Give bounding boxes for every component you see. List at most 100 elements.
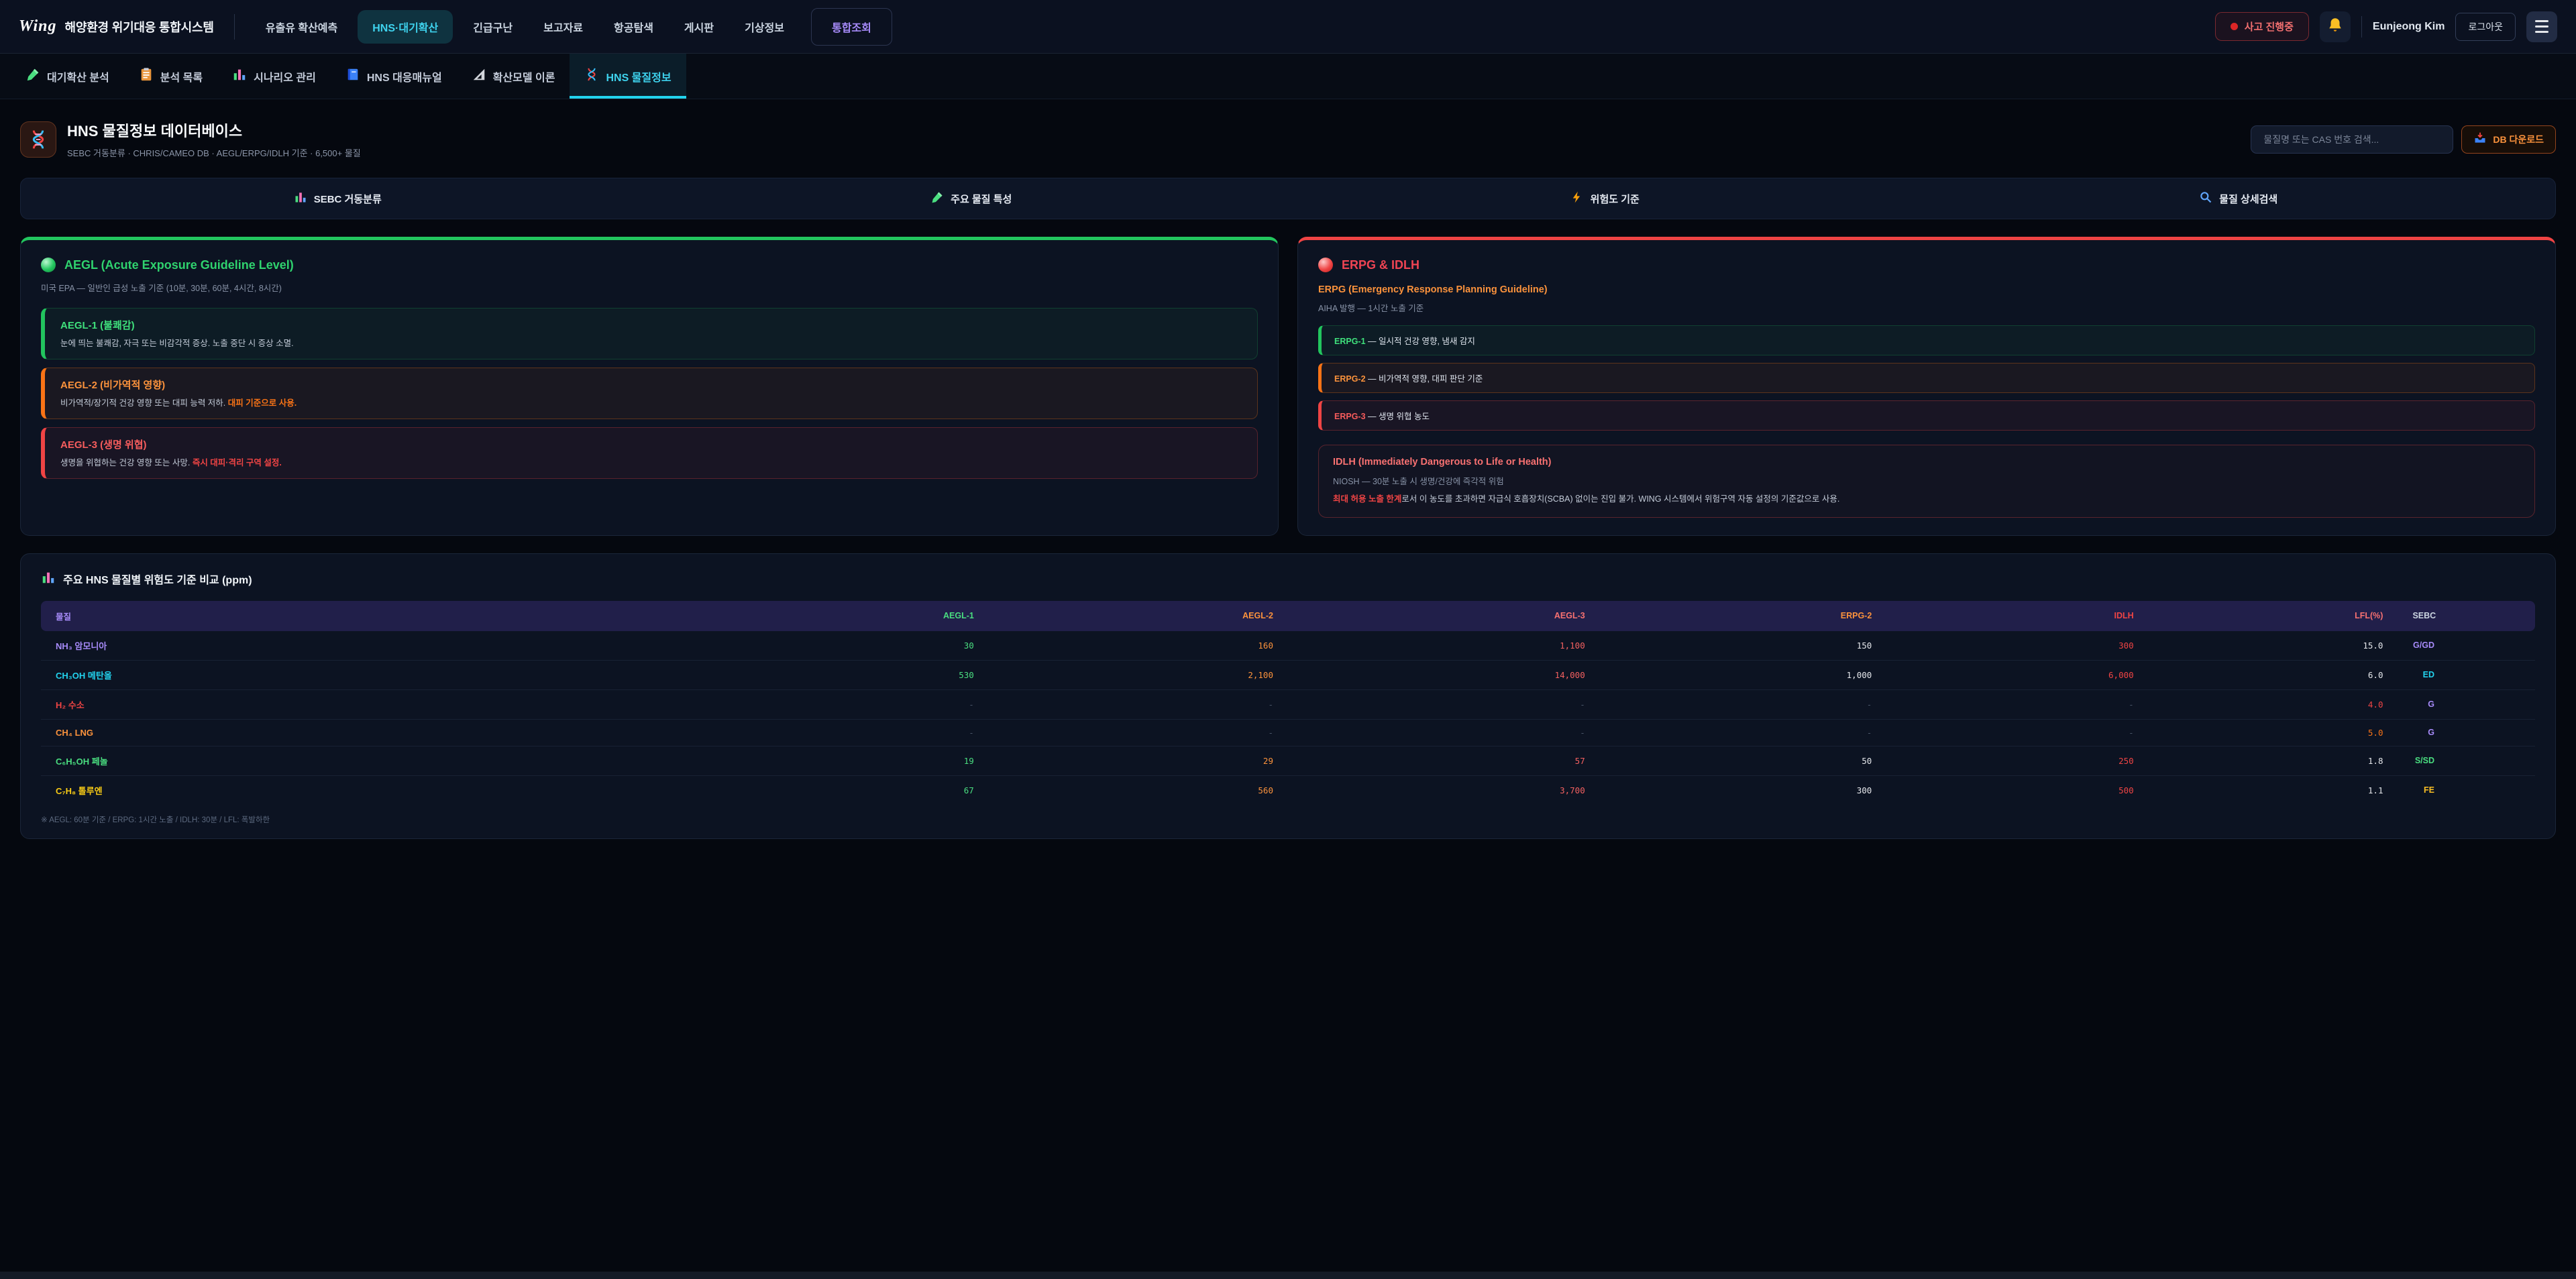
erpg-subtitle: AIHA 발행 — 1시간 노출 기준 [1318, 301, 2535, 314]
magnifier-icon [2199, 190, 2212, 207]
cell-aegl3: - [1288, 719, 1600, 746]
table-header-row: 물질AEGL-1AEGL-2AEGL-3ERPG-2IDLHLFL(%)SEBC [41, 601, 2535, 631]
red-dot-icon [2231, 23, 2238, 30]
subtab-label: 대기확산 분석 [47, 68, 109, 85]
cell-substance: H₂ 수소 [41, 689, 665, 719]
cell-aegl2: - [989, 689, 1288, 719]
tab-label: 주요 물질 특성 [951, 192, 1012, 206]
table-row: CH₄ LNG-----5.0G [41, 719, 2535, 746]
aegl-panel: AEGL (Acute Exposure Guideline Level) 미국… [20, 237, 1279, 536]
comparison-table-panel: 주요 HNS 물질별 위험도 기준 비교 (ppm) 물질AEGL-1AEGL-… [20, 553, 2556, 839]
cell-sebc: G [2398, 689, 2535, 719]
substance-search-input[interactable] [2251, 125, 2453, 154]
notifications-button[interactable] [2320, 11, 2351, 42]
logout-button[interactable]: 로그아웃 [2455, 13, 2516, 41]
cell-erpg2: 300 [1600, 775, 1887, 805]
subtab-atmospheric-analysis[interactable]: 대기확산 분석 [11, 54, 124, 99]
aegl-1-title: AEGL-1 (불쾌감) [60, 318, 1242, 332]
aegl-panel-title: AEGL (Acute Exposure Guideline Level) [64, 258, 294, 272]
aegl-3-description: 생명을 위협하는 건강 영향 또는 사망. 즉시 대피·격리 구역 설정. [60, 457, 1242, 469]
column-header-sebc: SEBC [2398, 601, 2535, 631]
aegl-3-title: AEGL-3 (생명 위협) [60, 437, 1242, 451]
subtab-diffusion-model-theory[interactable]: 확산모델 이론 [457, 54, 570, 99]
aegl-1-item: AEGL-1 (불쾌감) 눈에 띄는 불쾌감, 자극 또는 비감각적 증상. 노… [41, 308, 1258, 359]
cell-lfl: 4.0 [2149, 689, 2398, 719]
tab-sebc-classification[interactable]: SEBC 거동분류 [21, 178, 655, 219]
tab-substance-detail-search[interactable]: 물질 상세검색 [1922, 178, 2556, 219]
cell-aegl3: 3,700 [1288, 775, 1600, 805]
lightning-icon [1570, 190, 1584, 207]
incident-badge-label: 사고 진행중 [2245, 19, 2294, 34]
cell-sebc: G [2398, 719, 2535, 746]
cell-sebc: ED [2398, 660, 2535, 689]
page-header: HNS 물질정보 데이터베이스 SEBC 거동분류 · CHRIS/CAMEO … [20, 119, 2556, 159]
book-icon [345, 67, 360, 85]
cell-aegl3: 14,000 [1288, 660, 1600, 689]
clipboard-icon [139, 67, 154, 85]
cell-substance: CH₃OH 메탄올 [41, 660, 665, 689]
page-subtitle: SEBC 거동분류 · CHRIS/CAMEO DB · AEGL/ERPG/I… [67, 146, 361, 159]
table-row: CH₃OH 메탄올5302,10014,0001,0006,0006.0ED [41, 660, 2535, 689]
erpg-panel-header: ERPG & IDLH [1318, 258, 2535, 272]
bar-chart-icon [294, 190, 307, 207]
subtab-scenario-management[interactable]: 시나리오 관리 [217, 54, 331, 99]
column-header-erpg2: ERPG-2 [1600, 601, 1887, 631]
cell-aegl2: - [989, 719, 1288, 746]
table-footnote: ※ AEGL: 60분 기준 / ERPG: 1시간 노출 / IDLH: 30… [41, 814, 2535, 825]
nav-item-weather[interactable]: 기상정보 [734, 11, 795, 42]
cell-lfl: 5.0 [2149, 719, 2398, 746]
cell-aegl2: 29 [989, 746, 1288, 775]
aegl-panel-subtitle: 미국 EPA — 일반인 급성 노출 기준 (10분, 30분, 60분, 4시… [41, 281, 1258, 294]
page-header-left: HNS 물질정보 데이터베이스 SEBC 거동분류 · CHRIS/CAMEO … [20, 119, 361, 159]
cell-sebc: G/GD [2398, 631, 2535, 661]
bell-icon [2326, 16, 2344, 37]
nav-item-hns-atmosphere[interactable]: HNS·대기확산 [358, 10, 453, 44]
cell-lfl: 6.0 [2149, 660, 2398, 689]
subtab-hns-manual[interactable]: HNS 대응매뉴얼 [331, 54, 457, 99]
column-header-idlh: IDLH [1886, 601, 2148, 631]
tab-risk-criteria[interactable]: 위험도 기준 [1288, 178, 1922, 219]
subtab-label: 시나리오 관리 [254, 68, 316, 85]
hns-comparison-table: 물질AEGL-1AEGL-2AEGL-3ERPG-2IDLHLFL(%)SEBC… [41, 601, 2535, 805]
cell-erpg2: 1,000 [1600, 660, 1887, 689]
green-dot-icon [41, 258, 56, 272]
cell-aegl1: 530 [665, 660, 989, 689]
subtab-label: 분석 목록 [160, 68, 203, 85]
nav-item-emergency-rescue[interactable]: 긴급구난 [462, 11, 523, 42]
nav-item-oil-spill[interactable]: 유출유 확산예측 [255, 11, 349, 42]
aegl-2-description: 비가역적/장기적 건강 영향 또는 대피 능력 저하. 대피 기준으로 사용. [60, 398, 1242, 409]
user-name: Eunjeong Kim [2373, 21, 2445, 33]
nav-item-aerial-search[interactable]: 항공탐색 [603, 11, 664, 42]
cell-idlh: - [1886, 719, 2148, 746]
db-download-button[interactable]: DB 다운로드 [2461, 125, 2556, 154]
table-row: C₇H₈ 톨루엔675603,7003005001.1FE [41, 775, 2535, 805]
divider [234, 14, 235, 40]
cell-aegl1: - [665, 719, 989, 746]
nav-item-board[interactable]: 게시판 [674, 11, 724, 42]
main-content: HNS 물질정보 데이터베이스 SEBC 거동분류 · CHRIS/CAMEO … [0, 119, 2576, 839]
subtab-analysis-list[interactable]: 분석 목록 [124, 54, 217, 99]
risk-panels: AEGL (Acute Exposure Guideline Level) 미국… [20, 237, 2556, 536]
tab-substance-properties[interactable]: 주요 물질 특성 [655, 178, 1289, 219]
comparison-table-title: 주요 HNS 물질별 위험도 기준 비교 (ppm) [41, 570, 2535, 588]
cell-erpg2: - [1600, 689, 1887, 719]
tab-label: 물질 상세검색 [2219, 192, 2277, 206]
nav-item-integrated-search[interactable]: 통합조회 [811, 8, 892, 46]
subtab-hns-substance-info[interactable]: HNS 물질정보 [570, 54, 686, 99]
cell-idlh: - [1886, 689, 2148, 719]
dna-icon [584, 67, 599, 85]
cell-lfl: 1.1 [2149, 775, 2398, 805]
bar-chart-icon [232, 67, 247, 85]
cell-sebc: FE [2398, 775, 2535, 805]
hamburger-menu-button[interactable] [2526, 11, 2557, 42]
cell-aegl2: 2,100 [989, 660, 1288, 689]
tab-label: 위험도 기준 [1591, 192, 1640, 206]
bar-chart-icon [41, 570, 56, 588]
cell-aegl3: 1,100 [1288, 631, 1600, 661]
idlh-title: IDLH (Immediately Dangerous to Life or H… [1333, 457, 2520, 467]
cell-aegl1: - [665, 689, 989, 719]
nav-item-reports[interactable]: 보고자료 [533, 11, 594, 42]
column-header-aegl1: AEGL-1 [665, 601, 989, 631]
cell-substance: NH₃ 암모니아 [41, 631, 665, 661]
erpg-panel-title: ERPG & IDLH [1342, 258, 1419, 272]
